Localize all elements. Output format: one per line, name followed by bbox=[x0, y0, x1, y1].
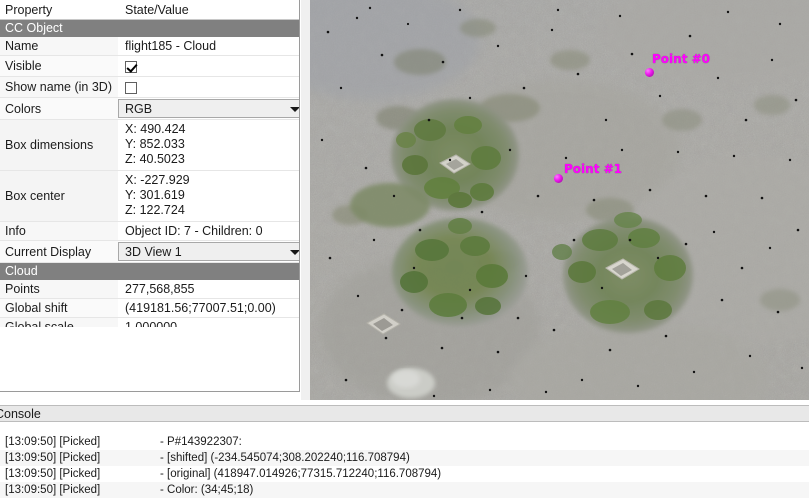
property-value-checkbox[interactable] bbox=[118, 56, 300, 77]
section-title: CC Object bbox=[0, 20, 300, 37]
property-value-combo[interactable]: 3D View 1 bbox=[118, 241, 300, 263]
property-row: Box dimensionsX: 490.424Y: 852.033Z: 40.… bbox=[0, 120, 300, 171]
console-row[interactable]: [13:09:50] [Picked] - [shifted] (-234.545… bbox=[0, 450, 809, 466]
console-message: - [original] (418947.014926;77315.712240… bbox=[160, 466, 441, 482]
point-label-0: Point #0 bbox=[652, 52, 710, 66]
property-value-line: Z: 40.5023 bbox=[125, 152, 300, 167]
chevron-down-icon[interactable] bbox=[290, 250, 300, 255]
property-value: (419181.56;77007.51;0.00) bbox=[118, 299, 300, 318]
property-value-line: Y: 301.619 bbox=[125, 188, 300, 203]
console-message: - [shifted] (-234.545074;308.202240;116.… bbox=[160, 450, 410, 466]
point-cloud-terrain bbox=[310, 0, 809, 400]
chevron-down-icon[interactable] bbox=[290, 107, 300, 112]
section-title: Cloud bbox=[0, 263, 300, 280]
panel-splitter[interactable] bbox=[301, 0, 310, 400]
console-timestamp: [13:09:50] [Picked] bbox=[5, 450, 100, 466]
property-value-line: Y: 852.033 bbox=[125, 137, 300, 152]
console-timestamp: [13:09:50] [Picked] bbox=[5, 482, 100, 498]
property-value-multiline: X: 490.424Y: 852.033Z: 40.5023 bbox=[118, 120, 300, 171]
cloudcompare-window: PropertyState/ValueCC ObjectNameflight18… bbox=[0, 0, 809, 503]
properties-panel-filler bbox=[0, 327, 300, 392]
console-row[interactable]: [13:09:50] [Picked] - Color: (34;45;18) bbox=[0, 482, 809, 498]
console-panel: Console [13:09:50] [Picked] - P#143922307… bbox=[0, 400, 809, 503]
property-value-checkbox[interactable] bbox=[118, 77, 300, 98]
white-rock bbox=[387, 368, 435, 398]
console-timestamp: [13:09:50] [Picked] bbox=[5, 434, 100, 450]
console-title-bar: Console bbox=[0, 405, 809, 422]
property-label: Info bbox=[0, 222, 118, 241]
property-label: Show name (in 3D) bbox=[0, 77, 118, 98]
property-row: Points277,568,855 bbox=[0, 280, 300, 299]
property-value: Object ID: 7 - Children: 0 bbox=[118, 222, 300, 241]
property-value-line: X: -227.929 bbox=[125, 173, 300, 188]
property-label: Points bbox=[0, 280, 118, 299]
property-value-multiline: X: -227.929Y: 301.619Z: 122.724 bbox=[118, 171, 300, 222]
3d-view[interactable]: Point #0 Point #1 bbox=[310, 0, 809, 400]
property-value-line: X: 490.424 bbox=[125, 122, 300, 137]
property-row: Global shift(419181.56;77007.51;0.00) bbox=[0, 299, 300, 318]
property-row: Visible bbox=[0, 56, 300, 77]
property-label: Current Display bbox=[0, 241, 118, 263]
combo-value: RGB bbox=[125, 102, 152, 116]
console-row[interactable]: [13:09:50] [Picked] - [original] (418947.… bbox=[0, 466, 809, 482]
property-row: Show name (in 3D) bbox=[0, 77, 300, 98]
combo-box[interactable]: RGB bbox=[118, 99, 300, 118]
property-column-header: Property bbox=[0, 0, 118, 20]
property-label: Visible bbox=[0, 56, 118, 77]
property-value-combo[interactable]: RGB bbox=[118, 98, 300, 120]
property-label: Name bbox=[0, 37, 118, 56]
vegetated-mound-4 bbox=[350, 183, 430, 227]
console-title-label: Console bbox=[0, 406, 41, 422]
property-row: Nameflight185 - Cloud bbox=[0, 37, 300, 56]
properties-header-row: PropertyState/Value bbox=[0, 0, 300, 20]
combo-box[interactable]: 3D View 1 bbox=[118, 242, 300, 261]
section-header-1: Cloud bbox=[0, 263, 300, 280]
property-value-line: Z: 122.724 bbox=[125, 203, 300, 218]
point-label-1: Point #1 bbox=[564, 162, 622, 176]
console-row[interactable]: [13:09:50] [Picked] - P#143922307: bbox=[0, 434, 809, 450]
property-label: Global shift bbox=[0, 299, 118, 318]
property-row: Box centerX: -227.929Y: 301.619Z: 122.72… bbox=[0, 171, 300, 222]
value-column-header: State/Value bbox=[118, 0, 300, 20]
property-value: 277,568,855 bbox=[118, 280, 300, 299]
property-row: InfoObject ID: 7 - Children: 0 bbox=[0, 222, 300, 241]
property-label: Box center bbox=[0, 171, 118, 222]
property-value: flight185 - Cloud bbox=[118, 37, 300, 56]
console-message-list[interactable]: [13:09:50] [Picked]- P#143922307:[13:09:… bbox=[0, 434, 809, 498]
properties-table: PropertyState/ValueCC ObjectNameflight18… bbox=[0, 0, 300, 359]
checkbox-checked-icon[interactable] bbox=[125, 61, 137, 73]
property-label: Box dimensions bbox=[0, 120, 118, 171]
property-row: Current Display 3D View 1 bbox=[0, 241, 300, 263]
section-header-0: CC Object bbox=[0, 20, 300, 37]
picked-point-marker-0[interactable] bbox=[645, 68, 654, 77]
console-message: - Color: (34;45;18) bbox=[160, 482, 253, 498]
console-timestamp: [13:09:50] [Picked] bbox=[5, 466, 100, 482]
property-label: Colors bbox=[0, 98, 118, 120]
combo-value: 3D View 1 bbox=[125, 245, 182, 259]
property-row: Colors RGB bbox=[0, 98, 300, 120]
checkbox-unchecked-icon[interactable] bbox=[125, 82, 137, 94]
console-message: - P#143922307: bbox=[160, 434, 242, 450]
picked-point-marker-1[interactable] bbox=[554, 174, 563, 183]
